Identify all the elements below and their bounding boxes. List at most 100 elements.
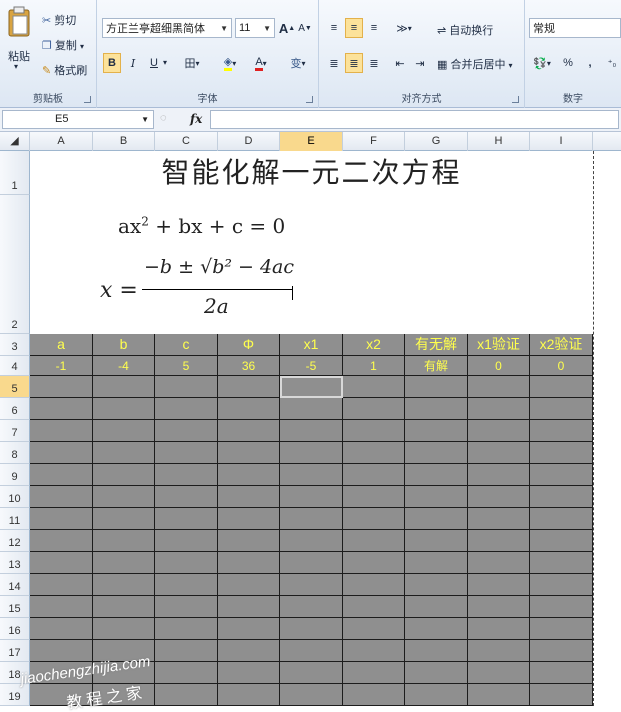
font-launcher-icon[interactable] [306, 96, 313, 103]
empty-cell[interactable] [218, 376, 280, 398]
empty-cell[interactable] [280, 420, 343, 442]
name-box[interactable]: E5 ▼ [2, 110, 154, 129]
empty-cell[interactable] [530, 464, 593, 486]
empty-cell[interactable] [468, 684, 530, 706]
empty-cell[interactable] [343, 552, 405, 574]
empty-cell[interactable] [468, 618, 530, 640]
empty-cell[interactable] [405, 530, 468, 552]
empty-cell[interactable] [218, 486, 280, 508]
function-dropdown-icon[interactable]: ◌ [160, 112, 167, 124]
empty-cell[interactable] [343, 618, 405, 640]
empty-cell[interactable] [155, 464, 218, 486]
empty-cell[interactable] [93, 376, 155, 398]
orientation-icon[interactable]: ≫ ▾ [391, 18, 417, 38]
empty-cell[interactable] [405, 640, 468, 662]
empty-cell[interactable] [405, 486, 468, 508]
column-header-a[interactable]: A [30, 132, 93, 151]
value-cell[interactable]: -4 [93, 356, 155, 376]
increase-indent-icon[interactable]: ⇥ [411, 53, 429, 73]
empty-cell[interactable] [155, 530, 218, 552]
empty-cell[interactable] [468, 530, 530, 552]
font-size-combo[interactable]: 11 ▼ [235, 18, 275, 38]
empty-cell[interactable] [405, 398, 468, 420]
empty-cell[interactable] [405, 662, 468, 684]
row-header[interactable]: 6 [0, 398, 30, 420]
empty-cell[interactable] [93, 530, 155, 552]
column-header-c[interactable]: C [155, 132, 218, 151]
chevron-down-icon[interactable]: ▾ [163, 58, 167, 67]
empty-cell[interactable] [405, 420, 468, 442]
empty-cell[interactable] [155, 486, 218, 508]
empty-cell[interactable] [30, 530, 93, 552]
decrease-indent-icon[interactable]: ⇤ [391, 53, 409, 73]
copy-button[interactable]: ❐ 复制 ▾ [42, 37, 84, 53]
empty-cell[interactable] [93, 508, 155, 530]
empty-cell[interactable] [280, 684, 343, 706]
border-button[interactable]: 田 ▾ [179, 53, 205, 73]
empty-cell[interactable] [280, 552, 343, 574]
empty-cell[interactable] [93, 464, 155, 486]
value-cell[interactable]: 1 [343, 356, 405, 376]
row-header[interactable]: 9 [0, 464, 30, 486]
paste-dropdown-icon[interactable]: ▾ [14, 62, 18, 71]
column-header-g[interactable]: G [405, 132, 468, 151]
empty-cell[interactable] [218, 618, 280, 640]
empty-cell[interactable] [468, 486, 530, 508]
empty-cell[interactable] [405, 574, 468, 596]
empty-cell[interactable] [155, 420, 218, 442]
empty-cell[interactable] [343, 508, 405, 530]
currency-icon[interactable]: 💱 ▾ [529, 53, 555, 73]
empty-cell[interactable] [30, 486, 93, 508]
empty-cell[interactable] [93, 596, 155, 618]
empty-cell[interactable] [218, 530, 280, 552]
empty-cell[interactable] [530, 684, 593, 706]
empty-cell[interactable] [530, 552, 593, 574]
empty-cell[interactable] [343, 530, 405, 552]
cut-button[interactable]: ✂ 剪切 [42, 12, 76, 28]
empty-cell[interactable] [93, 574, 155, 596]
row-header[interactable]: 14 [0, 574, 30, 596]
value-cell[interactable]: -5 [280, 356, 343, 376]
empty-cell[interactable] [468, 552, 530, 574]
empty-cell[interactable] [30, 574, 93, 596]
empty-cell[interactable] [343, 464, 405, 486]
phonetic-button[interactable]: 变 ▾ [283, 53, 313, 73]
empty-cell[interactable] [405, 596, 468, 618]
empty-cell[interactable] [30, 596, 93, 618]
empty-cell[interactable] [530, 662, 593, 684]
empty-cell[interactable] [468, 508, 530, 530]
wrap-text-button[interactable]: ⇌ 自动换行 [437, 22, 493, 38]
empty-cell[interactable] [280, 464, 343, 486]
header-cell[interactable]: x1 [280, 334, 343, 356]
empty-cell[interactable] [280, 574, 343, 596]
empty-cell[interactable] [218, 398, 280, 420]
empty-cell[interactable] [218, 552, 280, 574]
empty-cell[interactable] [155, 640, 218, 662]
empty-cell[interactable] [155, 684, 218, 706]
empty-cell[interactable] [468, 596, 530, 618]
empty-cell[interactable] [405, 464, 468, 486]
empty-cell[interactable] [468, 442, 530, 464]
empty-cell[interactable] [405, 442, 468, 464]
alignment-launcher-icon[interactable] [512, 96, 519, 103]
value-cell[interactable]: 0 [530, 356, 593, 376]
empty-cell[interactable] [530, 398, 593, 420]
align-middle-icon[interactable]: ≡ [345, 18, 363, 38]
empty-cell[interactable] [530, 618, 593, 640]
empty-cell[interactable] [280, 486, 343, 508]
empty-cell[interactable] [468, 574, 530, 596]
header-cell[interactable]: b [93, 334, 155, 356]
empty-cell[interactable] [405, 684, 468, 706]
empty-cell[interactable] [468, 662, 530, 684]
empty-cell[interactable] [343, 684, 405, 706]
empty-cell[interactable] [93, 618, 155, 640]
insert-function-icon[interactable]: fx [190, 112, 202, 126]
empty-cell[interactable] [93, 420, 155, 442]
format-painter-button[interactable]: ✎ 格式刷 [42, 62, 87, 78]
header-cell[interactable]: x1验证 [468, 334, 530, 356]
empty-cell[interactable] [530, 574, 593, 596]
font-color-button[interactable]: A ▾ [247, 53, 275, 73]
header-cell[interactable]: x2验证 [530, 334, 593, 356]
empty-cell[interactable] [218, 442, 280, 464]
empty-cell[interactable] [30, 398, 93, 420]
